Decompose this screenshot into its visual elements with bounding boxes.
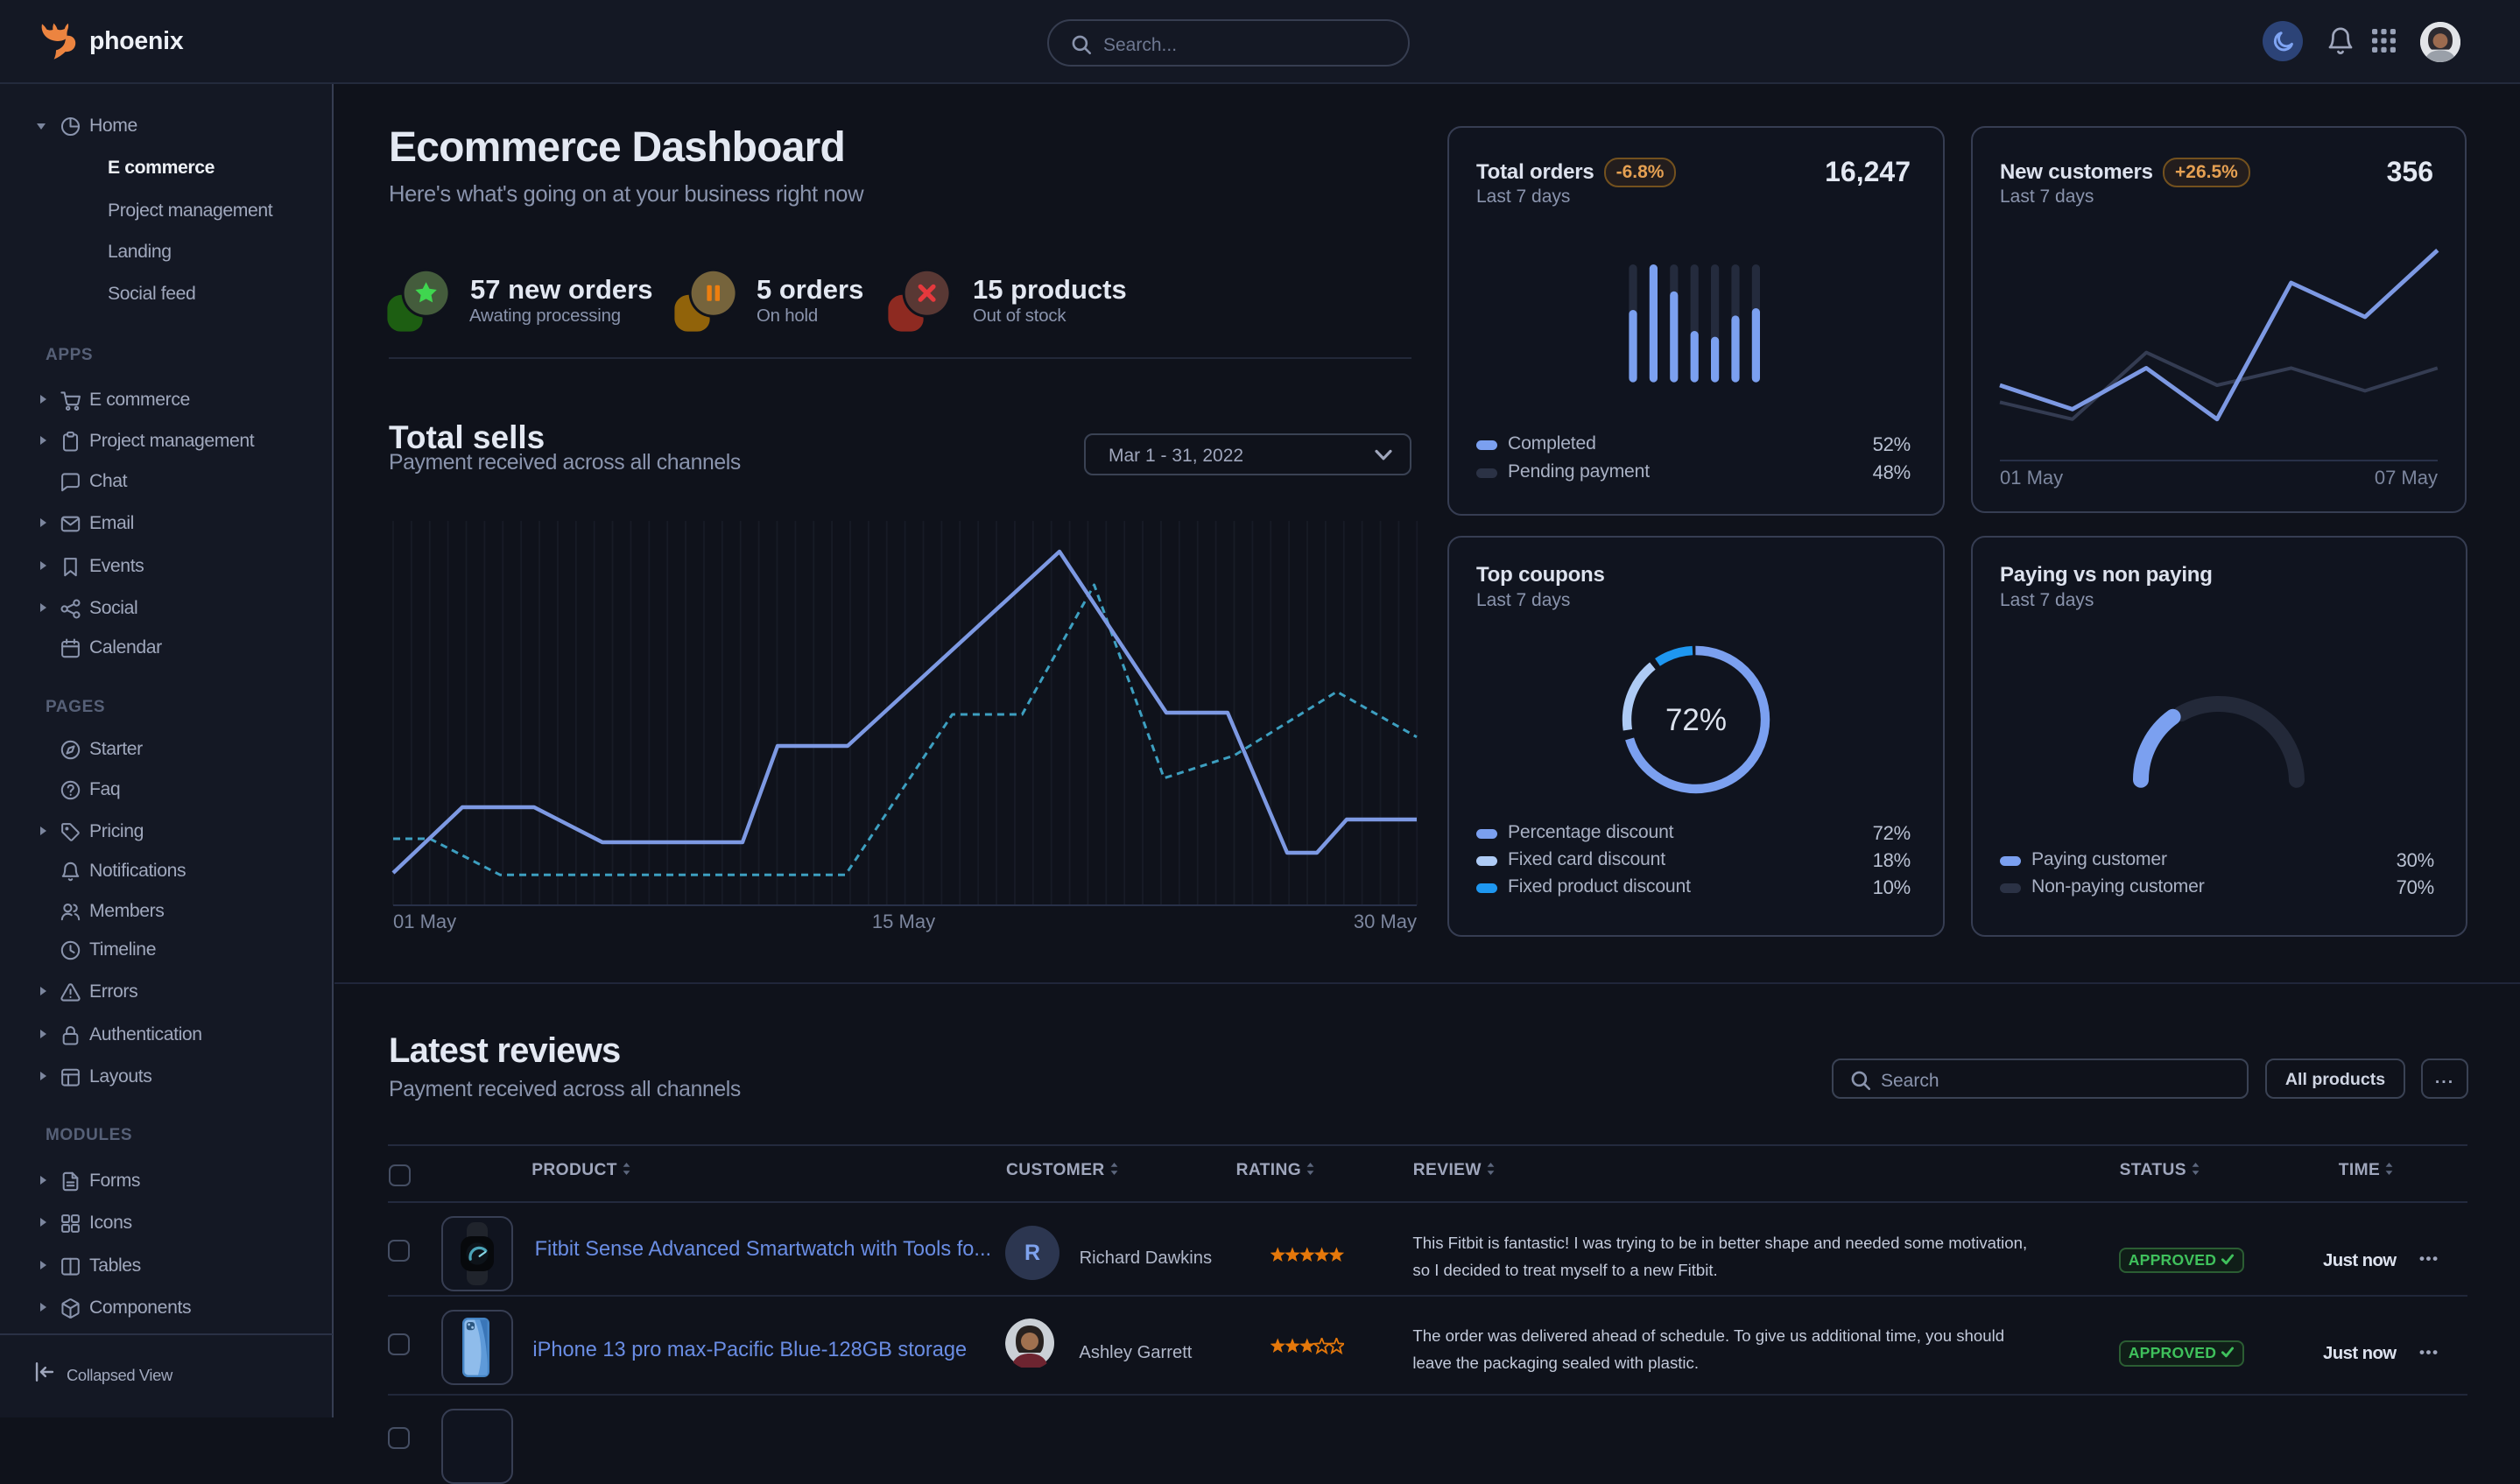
svg-text:01 May: 01 May [393,911,456,932]
svg-text:07 May: 07 May [2375,467,2438,489]
svg-text:15 May: 15 May [872,911,935,932]
svg-text:01 May: 01 May [2000,467,2063,489]
svg-text:30 May: 30 May [1354,911,1417,932]
